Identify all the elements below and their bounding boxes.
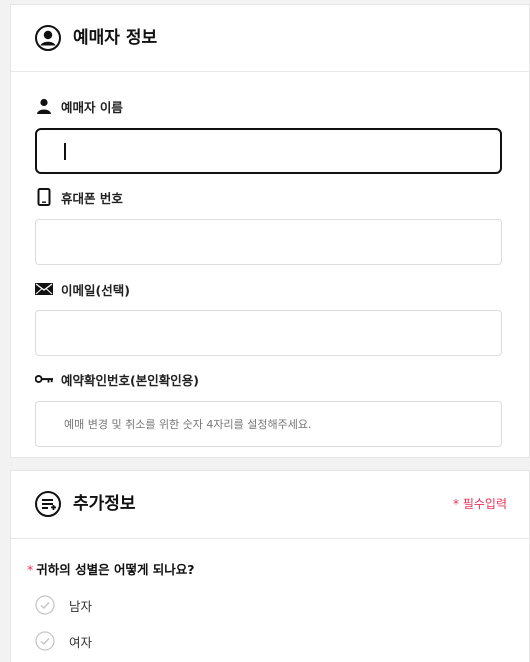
extra-info-title: 추가정보 [73, 494, 136, 514]
phone-number-input[interactable] [35, 219, 502, 265]
gender-option-female[interactable]: 여자 [35, 631, 92, 651]
gender-option-female-label: 여자 [69, 634, 93, 650]
phone-field-label-text: 휴대폰 번호 [61, 190, 123, 206]
name-field-label-text: 예매자 이름 [61, 99, 123, 115]
booker-name-input[interactable] [35, 128, 502, 174]
required-input-note: * 필수입력 [453, 497, 507, 511]
extra-info-header: 추가정보 * 필수입력 [11, 471, 529, 539]
email-field-label: 이메일(선택) [35, 280, 130, 298]
gender-option-male-label: 남자 [69, 598, 93, 614]
key-icon [35, 370, 53, 388]
booker-info-header: 예매자 정보 [11, 5, 529, 72]
gender-question: * 귀하의 성별은 어떻게 되나요? [27, 559, 195, 578]
text-caret [64, 143, 66, 160]
booker-info-card: 예매자 정보 예매자 이름 휴대폰 번호 이메일(선택) 예약확인번호(본인확인… [10, 4, 530, 458]
list-add-icon [35, 491, 61, 517]
extra-info-card: 추가정보 * 필수입력 * 귀하의 성별은 어떻게 되나요? 남자 여자 [10, 470, 530, 662]
confirm-number-input[interactable] [35, 401, 502, 447]
email-field-label-text: 이메일(선택) [61, 282, 130, 298]
user-circle-icon [35, 25, 61, 51]
name-field-label: 예매자 이름 [35, 97, 123, 115]
phone-field-label: 휴대폰 번호 [35, 188, 123, 206]
confirm-number-field-label: 예약확인번호(본인확인용) [35, 370, 199, 388]
booker-info-title: 예매자 정보 [73, 28, 158, 48]
person-icon [35, 97, 53, 115]
email-input[interactable] [35, 310, 502, 356]
confirm-number-field-label-text: 예약확인번호(본인확인용) [61, 372, 199, 388]
gender-option-male[interactable]: 남자 [35, 595, 92, 615]
check-circle-icon[interactable] [35, 631, 55, 651]
check-circle-icon[interactable] [35, 595, 55, 615]
required-mark: * [27, 562, 34, 577]
gender-question-text: 귀하의 성별은 어떻게 되나요? [36, 562, 195, 577]
phone-icon [35, 188, 53, 206]
envelope-icon [35, 280, 53, 298]
